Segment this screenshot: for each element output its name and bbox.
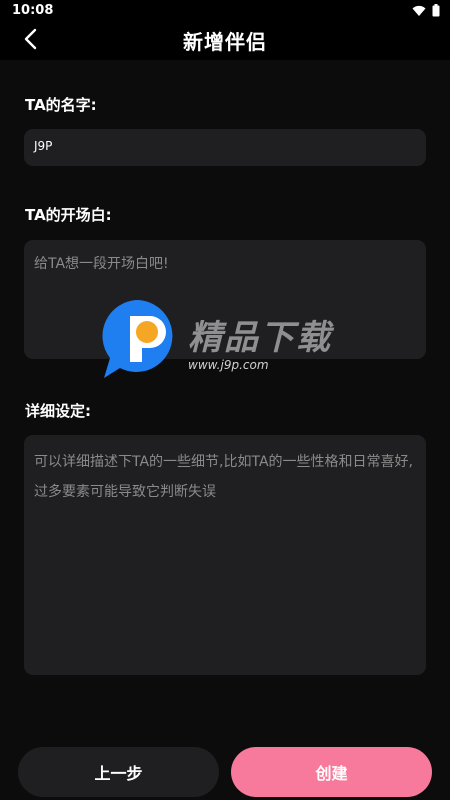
status-bar: 10:08 (0, 0, 450, 22)
detail-label: 详细设定: (25, 402, 91, 420)
status-time: 10:08 (12, 3, 54, 18)
status-icons (412, 2, 440, 21)
create-button[interactable]: 创建 (231, 747, 432, 797)
opening-input[interactable]: 给TA想一段开场白吧! (24, 240, 426, 359)
form-content: TA的名字: J9P TA的开场白: 给TA想一段开场白吧! 详细设定: 可以详… (0, 60, 450, 800)
name-label: TA的名字: (25, 96, 97, 114)
wifi-icon (412, 2, 426, 21)
page-title: 新增伴侣 (183, 30, 267, 54)
previous-step-button[interactable]: 上一步 (18, 747, 219, 797)
detail-input[interactable]: 可以详细描述下TA的一些细节,比如TA的一些性格和日常喜好,过多要素可能导致它判… (24, 435, 426, 675)
header: 新增伴侣 (0, 22, 450, 60)
opening-label: TA的开场白: (25, 206, 112, 224)
bottom-bar: 上一步 创建 (0, 740, 450, 800)
battery-icon (432, 2, 440, 21)
name-input[interactable]: J9P (24, 129, 426, 166)
